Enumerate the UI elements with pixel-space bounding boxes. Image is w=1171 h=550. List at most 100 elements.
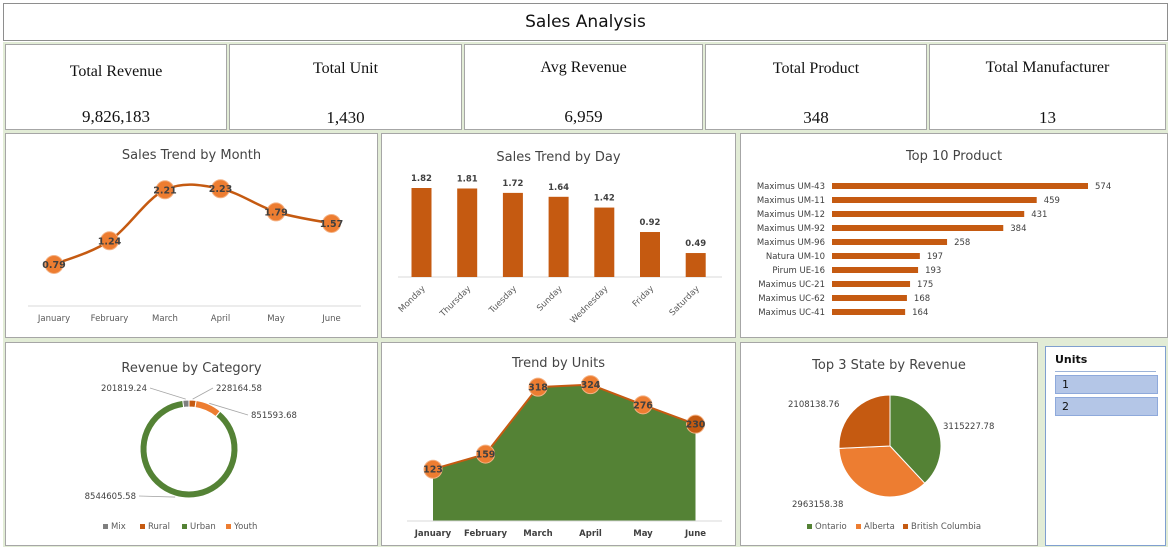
x-tick-label: May — [633, 529, 653, 539]
bar — [457, 188, 478, 277]
slicer-header: Units — [1055, 353, 1088, 366]
bar — [832, 183, 1088, 189]
data-label: 324 — [581, 380, 601, 391]
dashboard-title-bar: Sales Analysis — [3, 3, 1168, 41]
data-label: 8544605.58 — [85, 492, 136, 502]
data-label: 851593.68 — [251, 411, 297, 421]
data-label: 123 — [423, 465, 443, 476]
data-label: 159 — [476, 450, 496, 461]
legend-label: Alberta — [864, 522, 895, 532]
kpi-value: 348 — [803, 108, 829, 127]
data-label: 2.21 — [153, 185, 176, 196]
top-10-product-chart: Maximus UM-43 574 Maximus UM-11 459 Maximus … — [757, 182, 1111, 318]
data-label: 0.92 — [640, 218, 661, 228]
top-3-state-chart: 3115227.78 2963158.38 2108138.76 Ontario Alb… — [788, 394, 994, 532]
bar — [832, 253, 920, 259]
kpi-total-revenue: Total Revenue 9,826,183 — [5, 44, 227, 130]
chart-panel-units: Trend by Units 123 January 159 February 318 M… — [381, 342, 736, 546]
bar — [832, 309, 906, 315]
kpi-value: 1,430 — [326, 108, 365, 127]
leader-line — [149, 387, 186, 400]
kpi-label: Total Revenue — [69, 63, 163, 80]
bar — [832, 225, 1004, 231]
data-label: 1.72 — [502, 179, 523, 189]
x-tick-label: January — [37, 314, 70, 324]
x-tick-label: February — [91, 314, 129, 324]
legend-swatch — [856, 524, 861, 529]
bar — [548, 196, 569, 277]
slicer-item[interactable]: 2 — [1055, 397, 1158, 416]
legend-swatch — [226, 524, 231, 529]
units-slicer: Units 1 2 — [1045, 346, 1166, 546]
chart-panel-month: Sales Trend by Month 0.79 January 1.24 Febr… — [5, 133, 378, 338]
data-label: 258 — [954, 238, 970, 248]
y-tick-label: Pirum UE-16 — [772, 266, 825, 276]
data-label: 1.81 — [457, 174, 478, 184]
bar — [411, 188, 432, 277]
y-tick-label: Maximus UM-92 — [757, 224, 825, 234]
x-tick-label: March — [523, 529, 552, 539]
data-label: 2108138.76 — [788, 400, 839, 410]
data-label: 164 — [912, 308, 928, 318]
trend-by-units-chart: 123 January 159 February 318 March 324 April 276… — [407, 375, 722, 539]
legend-label: Urban — [190, 522, 216, 532]
x-tick-label: Sunday — [535, 284, 565, 314]
sales-trend-by-month-chart: 0.79 January 1.24 February 2.21 March 2.23 Apri… — [28, 179, 361, 324]
data-label: 1.42 — [594, 194, 615, 204]
data-label: 1.82 — [411, 174, 432, 184]
x-tick-label: April — [211, 314, 230, 324]
kpi-value: 6,959 — [564, 107, 603, 126]
x-tick-label: June — [321, 314, 341, 324]
legend-label: Rural — [148, 522, 170, 532]
bar — [640, 232, 660, 277]
chart-panel-category: Revenue by Category 201819.24 228164.58 85… — [5, 342, 378, 546]
kpi-avg-revenue: Avg Revenue 6,959 — [464, 44, 703, 130]
legend-label: Ontario — [815, 522, 847, 532]
x-tick-label: Monday — [397, 284, 428, 315]
kpi-total-manufacturer: Total Manufacturer 13 — [929, 44, 1166, 130]
data-label: 459 — [1044, 196, 1060, 206]
data-label: 0.49 — [685, 239, 706, 249]
slice — [194, 399, 221, 418]
slicer-divider — [1055, 371, 1156, 372]
y-tick-label: Maximus UC-62 — [758, 294, 825, 304]
legend-label: Youth — [233, 522, 257, 532]
slicer-item[interactable]: 1 — [1055, 375, 1158, 394]
sales-trend-by-day-chart: 1.82 Monday 1.81 Thursday 1.72 Tuesday 1.64 Sun… — [397, 174, 722, 326]
data-label: 2.23 — [209, 184, 232, 195]
data-label: 228164.58 — [216, 384, 262, 394]
legend-label: British Columbia — [911, 522, 981, 532]
x-tick-label: Tuesday — [487, 284, 519, 316]
kpi-label: Total Manufacturer — [985, 59, 1110, 76]
x-tick-label: Saturday — [668, 284, 702, 318]
kpi-value: 9,826,183 — [82, 107, 150, 126]
legend-swatch — [903, 524, 908, 529]
data-label: 0.79 — [42, 260, 65, 271]
legend-label: Mix — [111, 522, 126, 532]
data-label: 1.79 — [264, 207, 287, 218]
data-label: 3115227.78 — [943, 422, 994, 432]
data-label: 276 — [633, 400, 653, 411]
series-line — [53, 183, 332, 266]
slice — [139, 399, 239, 499]
page-title: Sales Analysis — [525, 12, 646, 32]
kpi-label: Avg Revenue — [540, 59, 627, 76]
bar — [685, 253, 706, 277]
legend-swatch — [807, 524, 812, 529]
bar — [832, 295, 907, 301]
leader-line — [138, 495, 176, 498]
revenue-by-category-chart: 201819.24 228164.58 851593.68 8544605.58 Mix… — [85, 384, 297, 532]
bar — [832, 281, 911, 287]
leader-line — [192, 387, 214, 400]
data-label: 168 — [914, 294, 930, 304]
bar — [502, 192, 523, 277]
data-label: 1.24 — [98, 236, 122, 247]
data-label: 1.64 — [548, 183, 569, 193]
data-label: 175 — [917, 280, 933, 290]
x-tick-label: Wednesday — [569, 284, 611, 326]
x-tick-label: April — [579, 529, 602, 539]
y-tick-label: Maximus UM-12 — [757, 210, 825, 220]
bar — [832, 267, 919, 273]
data-label: 197 — [927, 252, 943, 262]
kpi-value: 13 — [1039, 108, 1056, 127]
